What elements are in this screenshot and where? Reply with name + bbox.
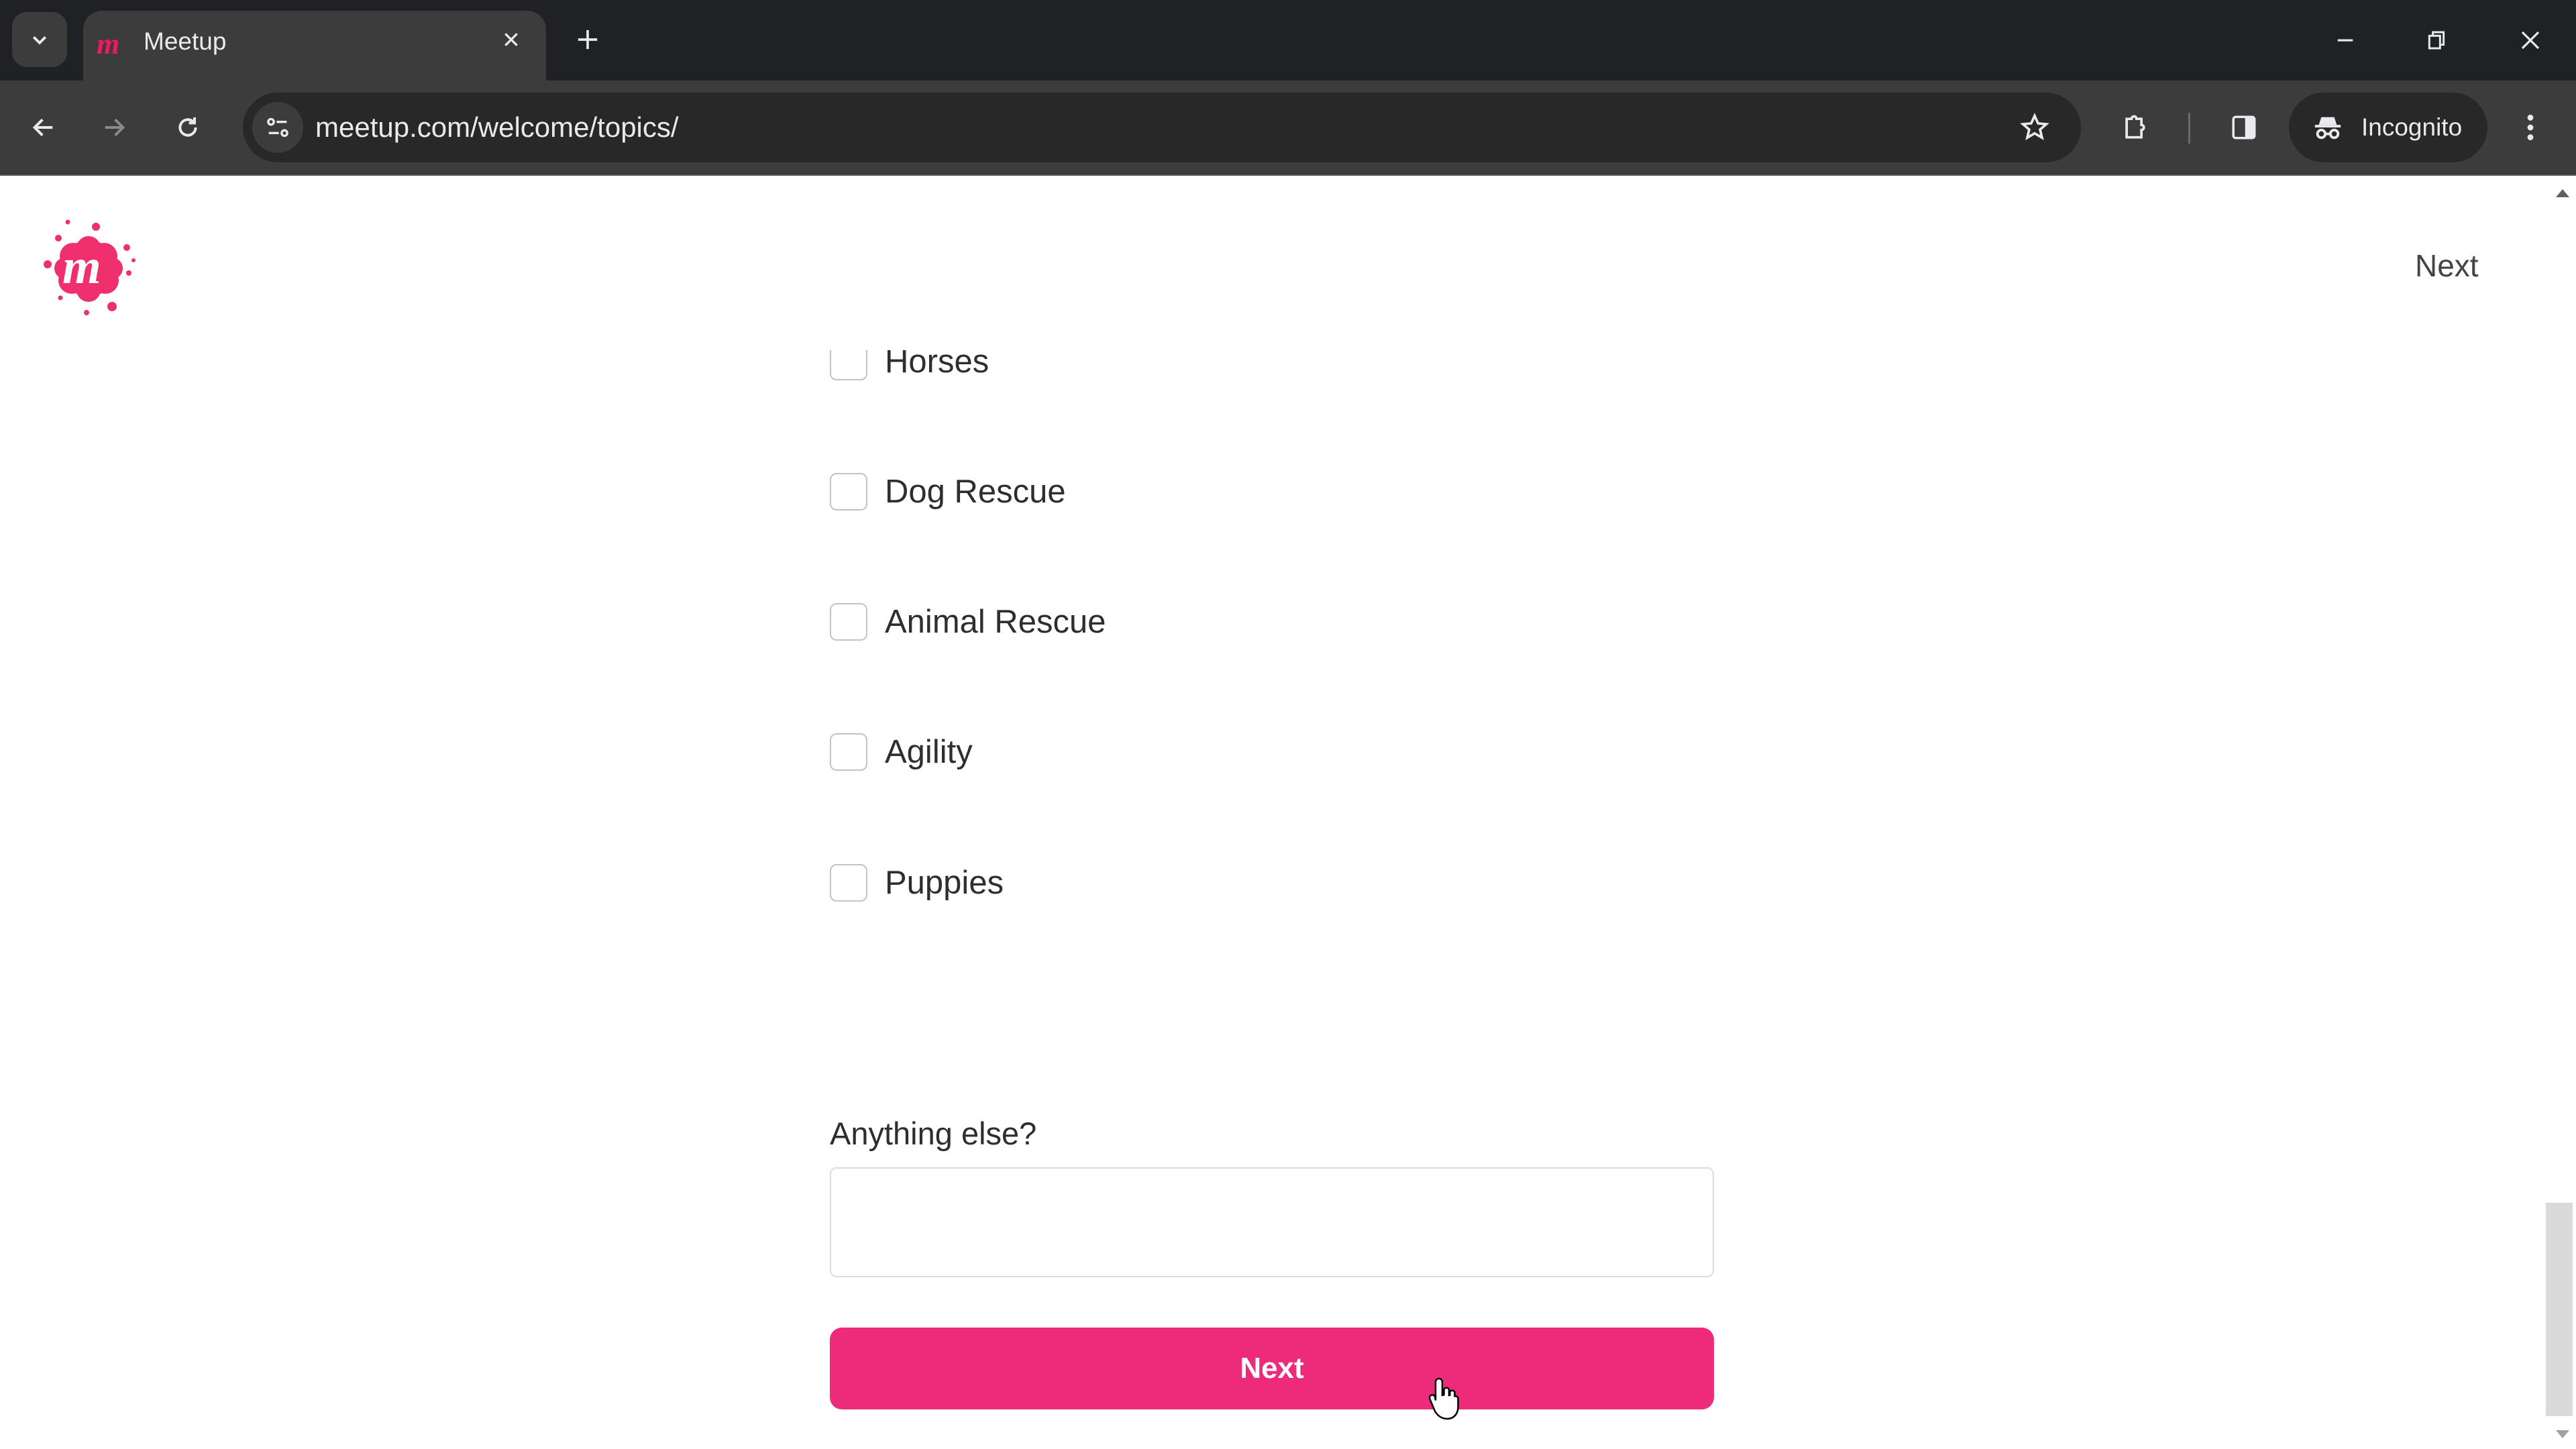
page-header (0, 176, 2542, 350)
tab-title: Meetup (144, 28, 227, 55)
minimize-button[interactable] (2318, 13, 2372, 67)
close-icon (504, 33, 518, 46)
topic-checkbox[interactable] (830, 473, 867, 511)
url-text[interactable]: meetup.com/welcome/topics/ (315, 109, 679, 146)
tab-search-button[interactable] (12, 12, 67, 67)
topic-label: Animal Rescue (885, 604, 1106, 640)
meetup-favicon-icon: m (95, 27, 127, 60)
tune-icon (267, 117, 288, 138)
topic-label: Agility (885, 734, 973, 770)
browser-menu-button[interactable] (2510, 101, 2551, 154)
reload-button[interactable] (164, 101, 211, 154)
scroll-down-button[interactable] (2551, 1426, 2575, 1442)
minimize-icon (2337, 39, 2353, 42)
topic-checkbox[interactable] (830, 603, 867, 641)
new-tab-button[interactable] (567, 19, 608, 60)
hand-cursor-icon (1428, 1375, 1462, 1422)
incognito-icon (2308, 107, 2348, 148)
svg-text:m: m (97, 28, 119, 59)
restore-icon (2428, 31, 2445, 50)
extensions-button[interactable] (2112, 101, 2159, 154)
reload-icon (178, 117, 197, 137)
window-close-button[interactable] (2504, 13, 2557, 67)
chevron-down-icon (32, 36, 47, 45)
incognito-label: Incognito (2361, 113, 2463, 141)
restore-button[interactable] (2410, 13, 2463, 67)
scrollbar-thumb[interactable] (2546, 1203, 2573, 1416)
topic-label: Puppies (885, 865, 1004, 901)
header-next-link[interactable]: Next (2415, 246, 2479, 286)
toolbar-divider (2188, 113, 2190, 144)
more-vertical-icon (2527, 114, 2534, 141)
topic-option[interactable]: Animal Rescue (830, 602, 1106, 642)
svg-text:m: m (62, 239, 101, 294)
anything-else-input[interactable] (830, 1167, 1714, 1277)
plus-icon (578, 30, 598, 50)
site-info-button[interactable] (252, 102, 303, 153)
topic-option[interactable]: Puppies (830, 863, 1004, 903)
topic-label: Dog Rescue (885, 474, 1066, 510)
close-icon (2521, 31, 2540, 50)
triangle-up-icon (2556, 189, 2569, 197)
triangle-down-icon (2556, 1430, 2569, 1438)
next-button[interactable]: Next (830, 1328, 1714, 1409)
back-button[interactable] (20, 101, 67, 154)
arrow-left-icon (32, 118, 53, 137)
arrow-right-icon (105, 118, 125, 137)
topic-option[interactable]: Agility (830, 732, 973, 772)
side-panel-icon (2232, 115, 2256, 140)
topic-checkbox[interactable] (830, 864, 867, 902)
tab-close-button[interactable] (493, 21, 529, 58)
forward-button[interactable] (91, 101, 138, 154)
side-panel-button[interactable] (2220, 101, 2267, 154)
anything-else-label: Anything else? (830, 1116, 1037, 1151)
bookmark-button[interactable] (2011, 101, 2058, 154)
scroll-up-button[interactable] (2551, 185, 2575, 201)
topic-checkbox[interactable] (830, 733, 867, 771)
puzzle-icon (2125, 115, 2145, 139)
meetup-logo[interactable]: m (38, 216, 139, 317)
star-icon (2020, 113, 2049, 140)
topic-option[interactable]: Dog Rescue (830, 472, 1066, 512)
